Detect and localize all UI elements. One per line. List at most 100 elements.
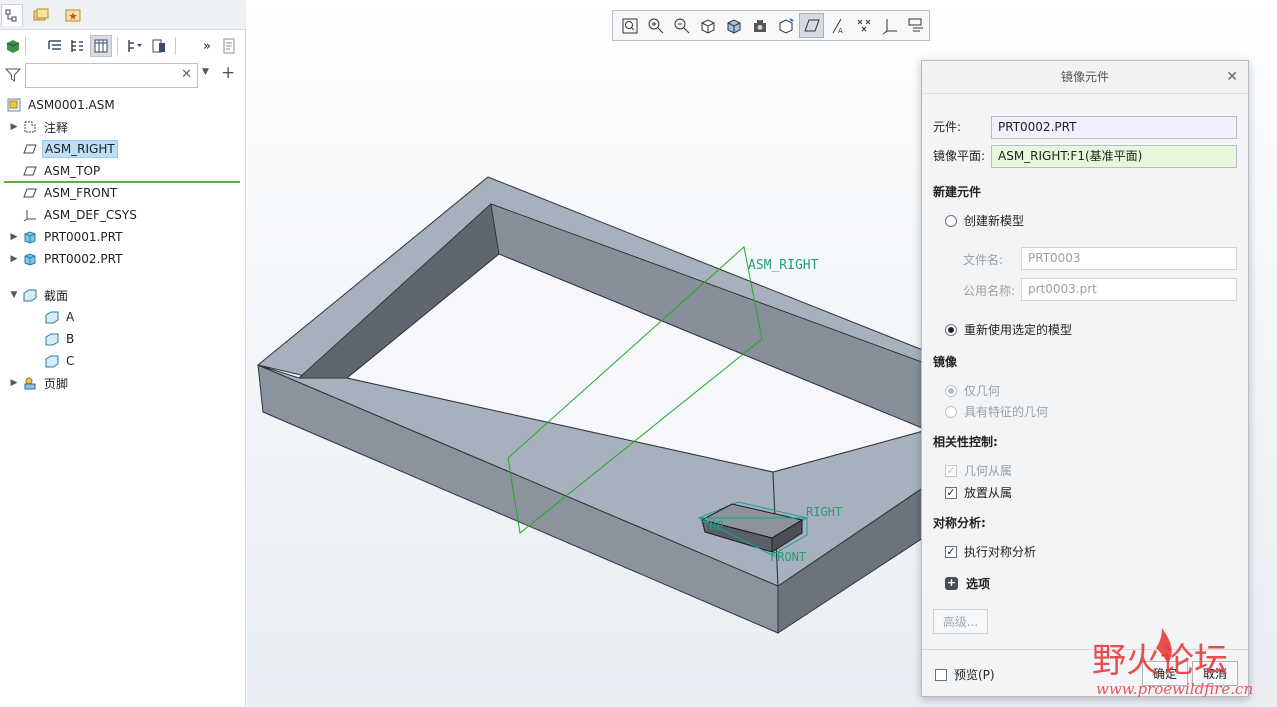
tree-node-asm-top[interactable]: ASM_TOP bbox=[20, 161, 102, 181]
more-icon[interactable]: » bbox=[196, 35, 218, 57]
search-dropdown-icon[interactable]: ▼ bbox=[202, 67, 209, 77]
toolbar-separator bbox=[175, 37, 176, 55]
tree-node-asm-right[interactable]: ASM_RIGHT bbox=[20, 139, 118, 159]
radio-button[interactable] bbox=[945, 405, 957, 418]
repaint-icon bbox=[701, 18, 714, 34]
tree-node-label: 注释 bbox=[44, 120, 69, 135]
reuse-selected-model-radio[interactable]: 重新使用选定的模型 bbox=[945, 321, 1072, 338]
tree-node-section-c[interactable]: C bbox=[42, 351, 76, 371]
axis-display-button[interactable]: A bbox=[825, 13, 850, 38]
preview-checkbox[interactable]: 预览(P) bbox=[935, 666, 995, 683]
mirror-plane-field[interactable]: ASM_RIGHT:F1(基准平面) bbox=[991, 145, 1237, 168]
ok-button[interactable]: 确定 bbox=[1142, 661, 1188, 686]
model-tree-icon bbox=[5, 9, 17, 21]
tree-node-label: A bbox=[66, 310, 75, 324]
point-display-button[interactable] bbox=[851, 13, 876, 38]
file-name-field[interactable]: PRT0003 bbox=[1021, 247, 1237, 270]
tree-table-button[interactable] bbox=[90, 35, 112, 57]
close-icon[interactable]: ✕ bbox=[1226, 61, 1238, 94]
clear-search-icon[interactable]: ✕ bbox=[181, 67, 192, 82]
model-tree-tab[interactable] bbox=[1, 4, 23, 26]
geometry-dependent-checkbox[interactable]: ✓ 几何从属 bbox=[945, 462, 1012, 479]
insert-here-indicator[interactable] bbox=[4, 181, 240, 183]
run-symmetry-analysis-checkbox[interactable]: ✓ 执行对称分析 bbox=[945, 543, 1036, 560]
expand-icon[interactable]: ▶ bbox=[8, 122, 20, 132]
plane-display-button[interactable] bbox=[799, 13, 824, 38]
options-expander[interactable]: + 选项 bbox=[945, 575, 990, 592]
geometry-only-radio[interactable]: 仅几何 bbox=[945, 382, 1000, 399]
radio-button[interactable] bbox=[945, 384, 957, 397]
part-label-right: RIGHT bbox=[806, 505, 842, 519]
repaint-button[interactable] bbox=[695, 13, 720, 38]
cancel-button[interactable]: 取消 bbox=[1192, 661, 1238, 686]
refit-button[interactable] bbox=[617, 13, 642, 38]
common-name-field[interactable]: prt0003.prt bbox=[1021, 278, 1237, 301]
tree-node-section-b[interactable]: B bbox=[42, 329, 76, 349]
plane-label: ASM_RIGHT bbox=[748, 258, 819, 273]
tree-node-asm-front[interactable]: ASM_FRONT bbox=[20, 183, 119, 203]
create-new-model-label: 创建新模型 bbox=[964, 214, 1025, 228]
note-button[interactable] bbox=[218, 35, 240, 57]
tree-columns-button[interactable] bbox=[66, 35, 88, 57]
mirror-header: 镜像 bbox=[933, 355, 958, 369]
tree-node-footer[interactable]: ▶ 页脚 bbox=[8, 373, 70, 393]
table-icon bbox=[94, 39, 108, 53]
advanced-button[interactable]: 高级... bbox=[933, 609, 988, 634]
display-style-button[interactable] bbox=[721, 13, 746, 38]
checkbox[interactable]: ✓ bbox=[945, 464, 957, 477]
checkbox[interactable] bbox=[935, 668, 947, 681]
show-component-button[interactable] bbox=[2, 35, 24, 57]
show-button[interactable] bbox=[148, 35, 170, 57]
radio-button[interactable] bbox=[945, 214, 957, 227]
tree-settings-icon bbox=[128, 40, 142, 52]
csys-display-button[interactable] bbox=[877, 13, 902, 38]
plane-display-icon bbox=[803, 19, 820, 31]
filter-icon[interactable] bbox=[5, 67, 21, 83]
expand-icon[interactable]: ▶ bbox=[8, 378, 20, 388]
dialog-title: 镜像元件 bbox=[1060, 70, 1109, 84]
datum-plane-icon bbox=[22, 163, 38, 179]
tree-node-section-a[interactable]: A bbox=[42, 307, 76, 327]
preview-label: 预览(P) bbox=[954, 668, 995, 682]
component-field[interactable]: PRT0002.PRT bbox=[991, 116, 1237, 139]
tree-search-box: ✕ bbox=[25, 63, 198, 88]
radio-button[interactable] bbox=[945, 323, 957, 336]
checkbox[interactable]: ✓ bbox=[945, 545, 957, 558]
zoom-in-button[interactable] bbox=[643, 13, 668, 38]
annotation-icon bbox=[22, 119, 38, 135]
tree-node-label: C bbox=[66, 354, 75, 368]
expand-icon[interactable]: ▶ bbox=[8, 254, 20, 264]
tree-filters-button[interactable] bbox=[44, 35, 66, 57]
view-manager-button[interactable] bbox=[773, 13, 798, 38]
favorites-tab[interactable] bbox=[62, 4, 84, 26]
tree-node-prt0002[interactable]: ▶ PRT0002.PRT bbox=[8, 249, 124, 269]
geometry-with-features-radio[interactable]: 具有特征的几何 bbox=[945, 403, 1048, 420]
csys-display-icon bbox=[882, 18, 897, 34]
tree-node-root[interactable]: ASM0001.ASM bbox=[4, 95, 117, 115]
zoom-out-button[interactable] bbox=[669, 13, 694, 38]
placement-dependent-label: 放置从属 bbox=[964, 486, 1013, 500]
settings-tree-button[interactable] bbox=[124, 35, 146, 57]
saved-orientations-button[interactable] bbox=[747, 13, 772, 38]
common-name-label: 公用名称: bbox=[963, 284, 1016, 298]
tree-node-label: 截面 bbox=[44, 288, 69, 303]
collapse-icon[interactable]: ▼ bbox=[8, 290, 20, 300]
folder-browser-tab[interactable] bbox=[30, 4, 52, 26]
tree-node-sections[interactable]: ▼ 截面 bbox=[8, 285, 70, 305]
create-new-model-radio[interactable]: 创建新模型 bbox=[945, 212, 1024, 229]
tree-node-prt0001[interactable]: ▶ PRT0001.PRT bbox=[8, 227, 124, 247]
toolbar-separator bbox=[25, 37, 26, 55]
tree-node-asm-def-csys[interactable]: ASM_DEF_CSYS bbox=[20, 205, 139, 225]
tree-node-annotations[interactable]: ▶ 注释 bbox=[8, 117, 70, 137]
expand-plus-icon: + bbox=[945, 576, 958, 590]
zoom-out-icon bbox=[674, 18, 689, 33]
tree-toolbar: » bbox=[0, 32, 246, 60]
mirror-plane-label: 镜像平面: bbox=[933, 149, 986, 163]
expand-icon[interactable]: ▶ bbox=[8, 232, 20, 242]
add-icon[interactable]: + bbox=[221, 63, 235, 83]
tree-node-label: ASM_RIGHT bbox=[42, 140, 118, 158]
checkbox[interactable]: ✓ bbox=[945, 486, 957, 499]
annotation-display-button[interactable] bbox=[903, 13, 928, 38]
tree-search-input[interactable] bbox=[30, 64, 180, 86]
placement-dependent-checkbox[interactable]: ✓ 放置从属 bbox=[945, 484, 1012, 501]
